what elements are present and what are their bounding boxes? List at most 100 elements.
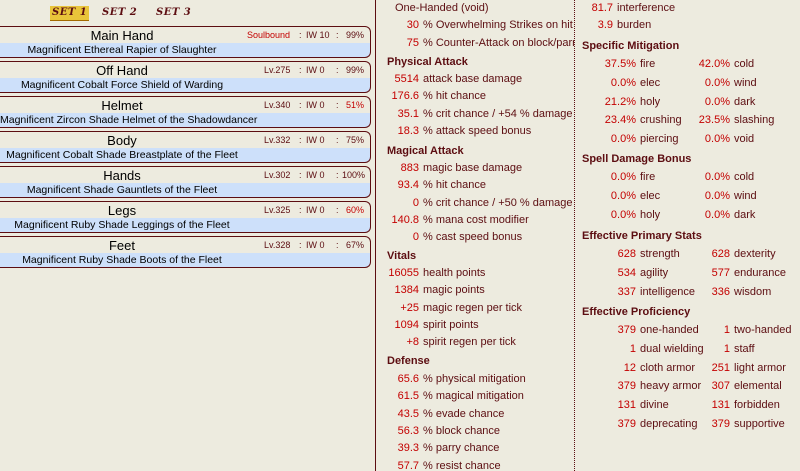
separator: : — [299, 170, 302, 180]
stat-label: fire — [640, 171, 656, 183]
item-name[interactable]: Magnificent Cobalt Shade Breastplate of … — [0, 148, 244, 162]
stat-value: 1 — [723, 324, 730, 336]
stat-value: 5514 — [394, 73, 419, 85]
stat-row: 5514 attack base damage — [376, 73, 523, 86]
tab-set-3[interactable]: SET 3 — [154, 6, 193, 20]
section-specific-mitigation: Specific Mitigation — [582, 40, 680, 52]
section-spell-damage-bonus: Spell Damage Bonus — [582, 153, 692, 165]
stat-pair-row: 0.0% elec 0.0% wind — [576, 77, 757, 90]
item-iw: IW 0 — [306, 205, 325, 215]
separator: : — [336, 30, 339, 40]
stat-label: heavy armor — [640, 380, 702, 393]
stat-label: % Overwhelming Strikes on hit — [423, 19, 573, 31]
equipment-slot-off-hand[interactable]: Off Hand Lv.275: IW 0:99% Magnificent Cobal… — [0, 61, 372, 93]
item-condition: 60% — [346, 205, 365, 215]
stat-pair-row: 0.0% holy 0.0% dark — [576, 209, 755, 222]
section-vitals: Vitals — [387, 250, 417, 262]
stat-value: 0.0% — [610, 171, 636, 183]
stat-label: wind — [734, 76, 757, 89]
tab-set-2[interactable]: SET 2 — [100, 6, 139, 20]
equipment-item[interactable]: Magnificent Ethereal Rapier of Slaughter — [0, 43, 371, 58]
stat-value: 65.6 — [397, 373, 419, 385]
item-level: Lv.340 — [264, 100, 291, 110]
slot-name: Helmet — [101, 98, 143, 113]
stat-value: 0.0% — [704, 208, 730, 221]
equipment-item[interactable]: Magnificent Cobalt Force Shield of Wardi… — [0, 78, 371, 93]
stats-column-mitigation: 81.7 interference 3.9 burden Specific Mitiga… — [576, 0, 800, 471]
slot-name: Off Hand — [96, 63, 148, 78]
stat-label: % magical mitigation — [423, 390, 524, 403]
equipment-item[interactable]: Magnificent Ruby Shade Boots of the Flee… — [0, 253, 371, 268]
equipment-slot-body[interactable]: Body Lv.332: IW 0:75% Magnificent Cobalt Sh… — [0, 131, 372, 163]
equipment-item[interactable]: Magnificent Ruby Shade Leggings of the F… — [0, 218, 371, 233]
section-physical-attack: Physical Attack — [387, 56, 468, 68]
equipment-item[interactable]: Magnificent Shade Gauntlets of the Fleet — [0, 183, 371, 198]
stat-value: +25 — [400, 301, 419, 314]
equipment-panel: SET 1 SET 2 SET 3 Main Hand Soulbound: IW … — [0, 0, 375, 471]
item-level: Lv.325 — [264, 205, 291, 215]
stat-row: 57.7 % resist chance — [376, 460, 501, 471]
separator: : — [336, 100, 339, 110]
item-name[interactable]: Magnificent Cobalt Force Shield of Wardi… — [0, 78, 244, 92]
equipment-slot-hands[interactable]: Hands Lv.302: IW 0:100% Magnificent Shade G… — [0, 166, 372, 198]
equipment-slot-main-hand[interactable]: Main Hand Soulbound: IW 10:99% Magnificent … — [0, 26, 372, 58]
stat-pair-row: 37.5% fire 42.0% cold — [576, 58, 754, 71]
stat-value: 628 — [617, 248, 636, 260]
equipment-slot-helmet[interactable]: Helmet Lv.340: IW 0:51% Magnificent Zircon … — [0, 96, 372, 128]
stat-label: elec — [640, 189, 661, 202]
tab-set-1[interactable]: SET 1 — [50, 6, 90, 21]
stat-value: 39.3 — [397, 442, 419, 455]
item-level: Lv.302 — [264, 170, 291, 180]
stat-value: 57.7 — [397, 459, 419, 471]
stat-pair-row: 23.4% crushing 23.5% slashing — [576, 114, 775, 127]
stat-row: +25 magic regen per tick — [376, 302, 522, 315]
stat-row: 16055 health points — [376, 267, 485, 280]
stat-row: 65.6 % physical mitigation — [376, 373, 526, 386]
stat-label: agility — [640, 266, 669, 279]
stat-label: % crit chance / +54 % damage — [423, 107, 573, 120]
separator: : — [336, 170, 339, 180]
stat-row: 1384 magic points — [376, 284, 485, 297]
item-condition: 51% — [346, 100, 365, 110]
stat-value: 0.0% — [610, 133, 636, 146]
separator: : — [299, 135, 302, 145]
stat-value: 0 — [412, 231, 419, 244]
stat-label: void — [734, 133, 755, 146]
slot-name: Hands — [103, 168, 141, 183]
stat-label: intelligence — [640, 285, 696, 298]
item-name[interactable]: Magnificent Ruby Shade Leggings of the F… — [0, 218, 244, 232]
stat-value: +8 — [406, 336, 419, 349]
section-effective-proficiency: Effective Proficiency — [582, 306, 691, 318]
equipment-slot-feet[interactable]: Feet Lv.328: IW 0:67% Magnificent Ruby Shad… — [0, 236, 372, 268]
slot-name: Feet — [108, 238, 135, 253]
stat-value: 1384 — [394, 284, 419, 297]
item-name[interactable]: Magnificent Zircon Shade Helmet of the S… — [0, 113, 257, 127]
stat-value: 16055 — [388, 267, 419, 279]
stat-label: forbidden — [734, 399, 780, 412]
stat-row: 43.5 % evade chance — [376, 407, 505, 421]
stat-value: 307 — [711, 380, 730, 393]
item-name[interactable]: Magnificent Ruby Shade Boots of the Flee… — [0, 253, 244, 267]
stat-pair-row: 1 dual wielding 1 staff — [576, 343, 755, 356]
stat-label: % evade chance — [423, 407, 505, 420]
stat-label: magic regen per tick — [423, 301, 523, 314]
stat-value: 251 — [711, 361, 730, 374]
stat-value: 1 — [723, 342, 730, 355]
stat-row: 3.9 burden — [576, 19, 652, 32]
stat-label: spirit points — [423, 318, 479, 331]
stat-value: 0.0% — [610, 76, 636, 89]
stat-label: holy — [640, 208, 661, 221]
equipment-item[interactable]: Magnificent Cobalt Shade Breastplate of … — [0, 148, 371, 163]
item-name[interactable]: Magnificent Shade Gauntlets of the Fleet — [0, 183, 244, 197]
item-iw: IW 0 — [306, 240, 325, 250]
stat-row: 61.5 % magical mitigation — [376, 390, 524, 403]
stat-pair-row: 337 intelligence 336 wisdom — [576, 285, 772, 299]
stat-label: staff — [734, 342, 755, 355]
stat-value: 140.8 — [391, 213, 419, 226]
equipment-slot-legs[interactable]: Legs Lv.325: IW 0:60% Magnificent Ruby Shad… — [0, 201, 372, 233]
stat-label: fire — [640, 58, 656, 70]
separator: : — [299, 205, 302, 215]
stat-pair-row: 628 strength 628 dexterity — [576, 248, 776, 261]
item-name[interactable]: Magnificent Ethereal Rapier of Slaughter — [0, 43, 244, 57]
equipment-item[interactable]: Magnificent Zircon Shade Helmet of the S… — [0, 113, 371, 128]
